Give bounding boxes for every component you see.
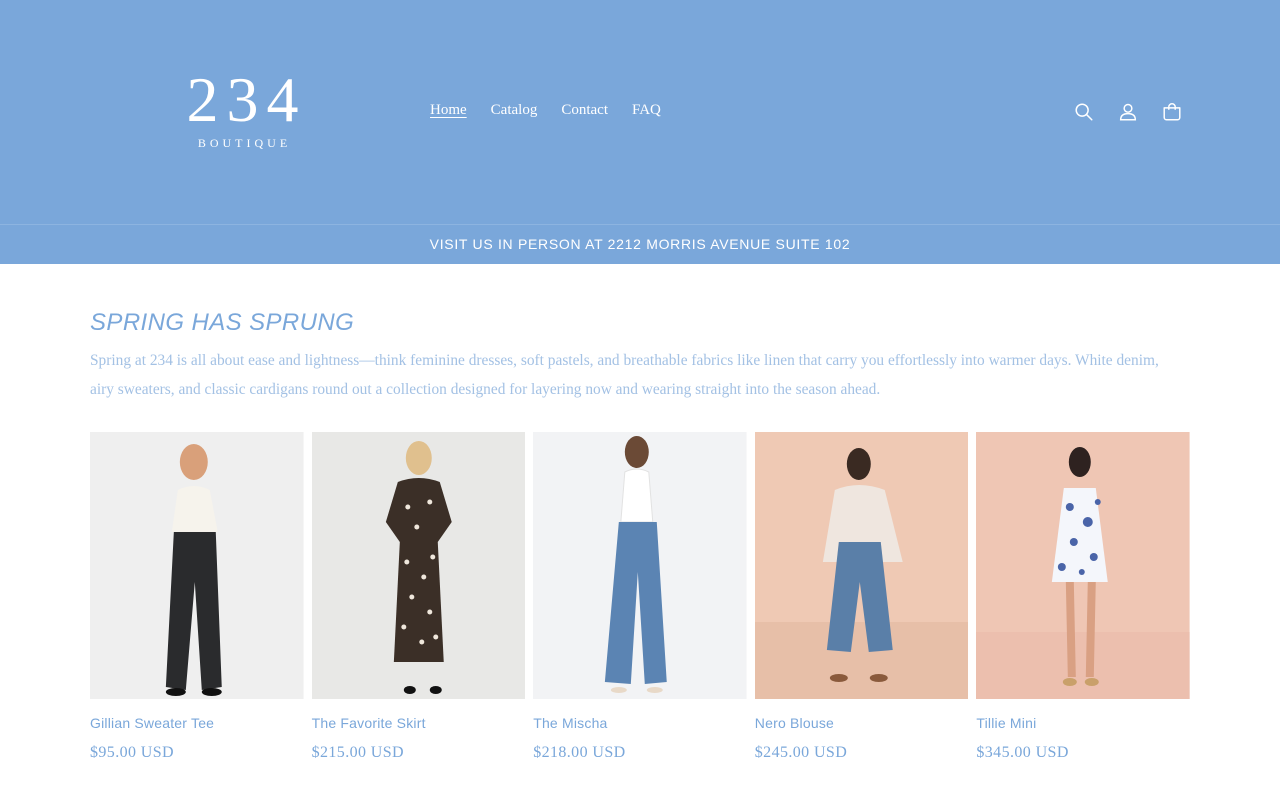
product-card[interactable]: The Favorite Skirt $215.00 USD xyxy=(311,432,526,762)
product-title[interactable]: The Mischa xyxy=(533,715,747,731)
product-photo-placeholder xyxy=(533,432,747,699)
product-photo-placeholder xyxy=(976,432,1190,699)
collection-description: Spring at 234 is all about ease and ligh… xyxy=(90,352,1159,398)
collection-title: SPRING HAS SPRUNG xyxy=(90,309,355,336)
nav-link-faq[interactable]: FAQ xyxy=(620,98,673,123)
header-icons xyxy=(1062,90,1194,134)
product-card[interactable]: Gillian Sweater Tee $95.00 USD xyxy=(90,432,304,762)
nav-link-contact[interactable]: Contact xyxy=(549,98,620,123)
product-photo-placeholder xyxy=(90,432,304,699)
product-image[interactable] xyxy=(976,432,1190,699)
nav-link-home[interactable]: Home xyxy=(418,98,479,123)
brand-logo[interactable]: 234 BOUTIQUE xyxy=(170,64,315,151)
main-nav: Home Catalog Contact FAQ xyxy=(418,98,673,123)
product-card[interactable]: Tillie Mini $345.00 USD xyxy=(976,432,1190,762)
logo-number: 234 xyxy=(186,64,307,135)
product-photo-placeholder xyxy=(754,432,969,699)
product-image[interactable] xyxy=(90,432,304,699)
product-image[interactable] xyxy=(311,432,526,699)
product-card[interactable]: The Mischa $218.00 USD xyxy=(533,432,747,762)
nav-link-catalog[interactable]: Catalog xyxy=(479,98,550,123)
product-card[interactable]: Nero Blouse $245.00 USD xyxy=(754,432,969,762)
product-image[interactable] xyxy=(754,432,969,699)
cart-icon xyxy=(1163,103,1181,121)
collection-intro: SPRING HAS SPRUNG Spring at 234 is all a… xyxy=(90,302,1190,404)
product-title[interactable]: Nero Blouse xyxy=(755,715,969,731)
site-header: 234 BOUTIQUE Home Catalog Contact FAQ xyxy=(0,0,1280,224)
product-price: $95.00 USD xyxy=(90,744,175,761)
product-price: $218.00 USD xyxy=(533,744,626,761)
account-icon xyxy=(1119,103,1137,121)
cart-button[interactable] xyxy=(1150,90,1194,134)
product-title[interactable]: The Favorite Skirt xyxy=(312,715,526,731)
search-icon xyxy=(1075,103,1093,121)
product-price: $215.00 USD xyxy=(311,744,405,761)
product-image[interactable] xyxy=(533,432,747,699)
product-price: $245.00 USD xyxy=(754,744,848,761)
product-grid: Gillian Sweater Tee $95.00 USD The Favor… xyxy=(90,432,1190,762)
announcement-bar: VISIT US IN PERSON AT 2212 MORRIS AVENUE… xyxy=(0,224,1280,264)
product-title[interactable]: Tillie Mini xyxy=(976,715,1190,731)
product-price: $345.00 USD xyxy=(976,744,1069,761)
search-button[interactable] xyxy=(1062,90,1106,134)
logo-subtitle: BOUTIQUE xyxy=(197,136,292,150)
product-title[interactable]: Gillian Sweater Tee xyxy=(90,715,304,731)
product-photo-placeholder xyxy=(311,432,526,699)
account-button[interactable] xyxy=(1106,90,1150,134)
